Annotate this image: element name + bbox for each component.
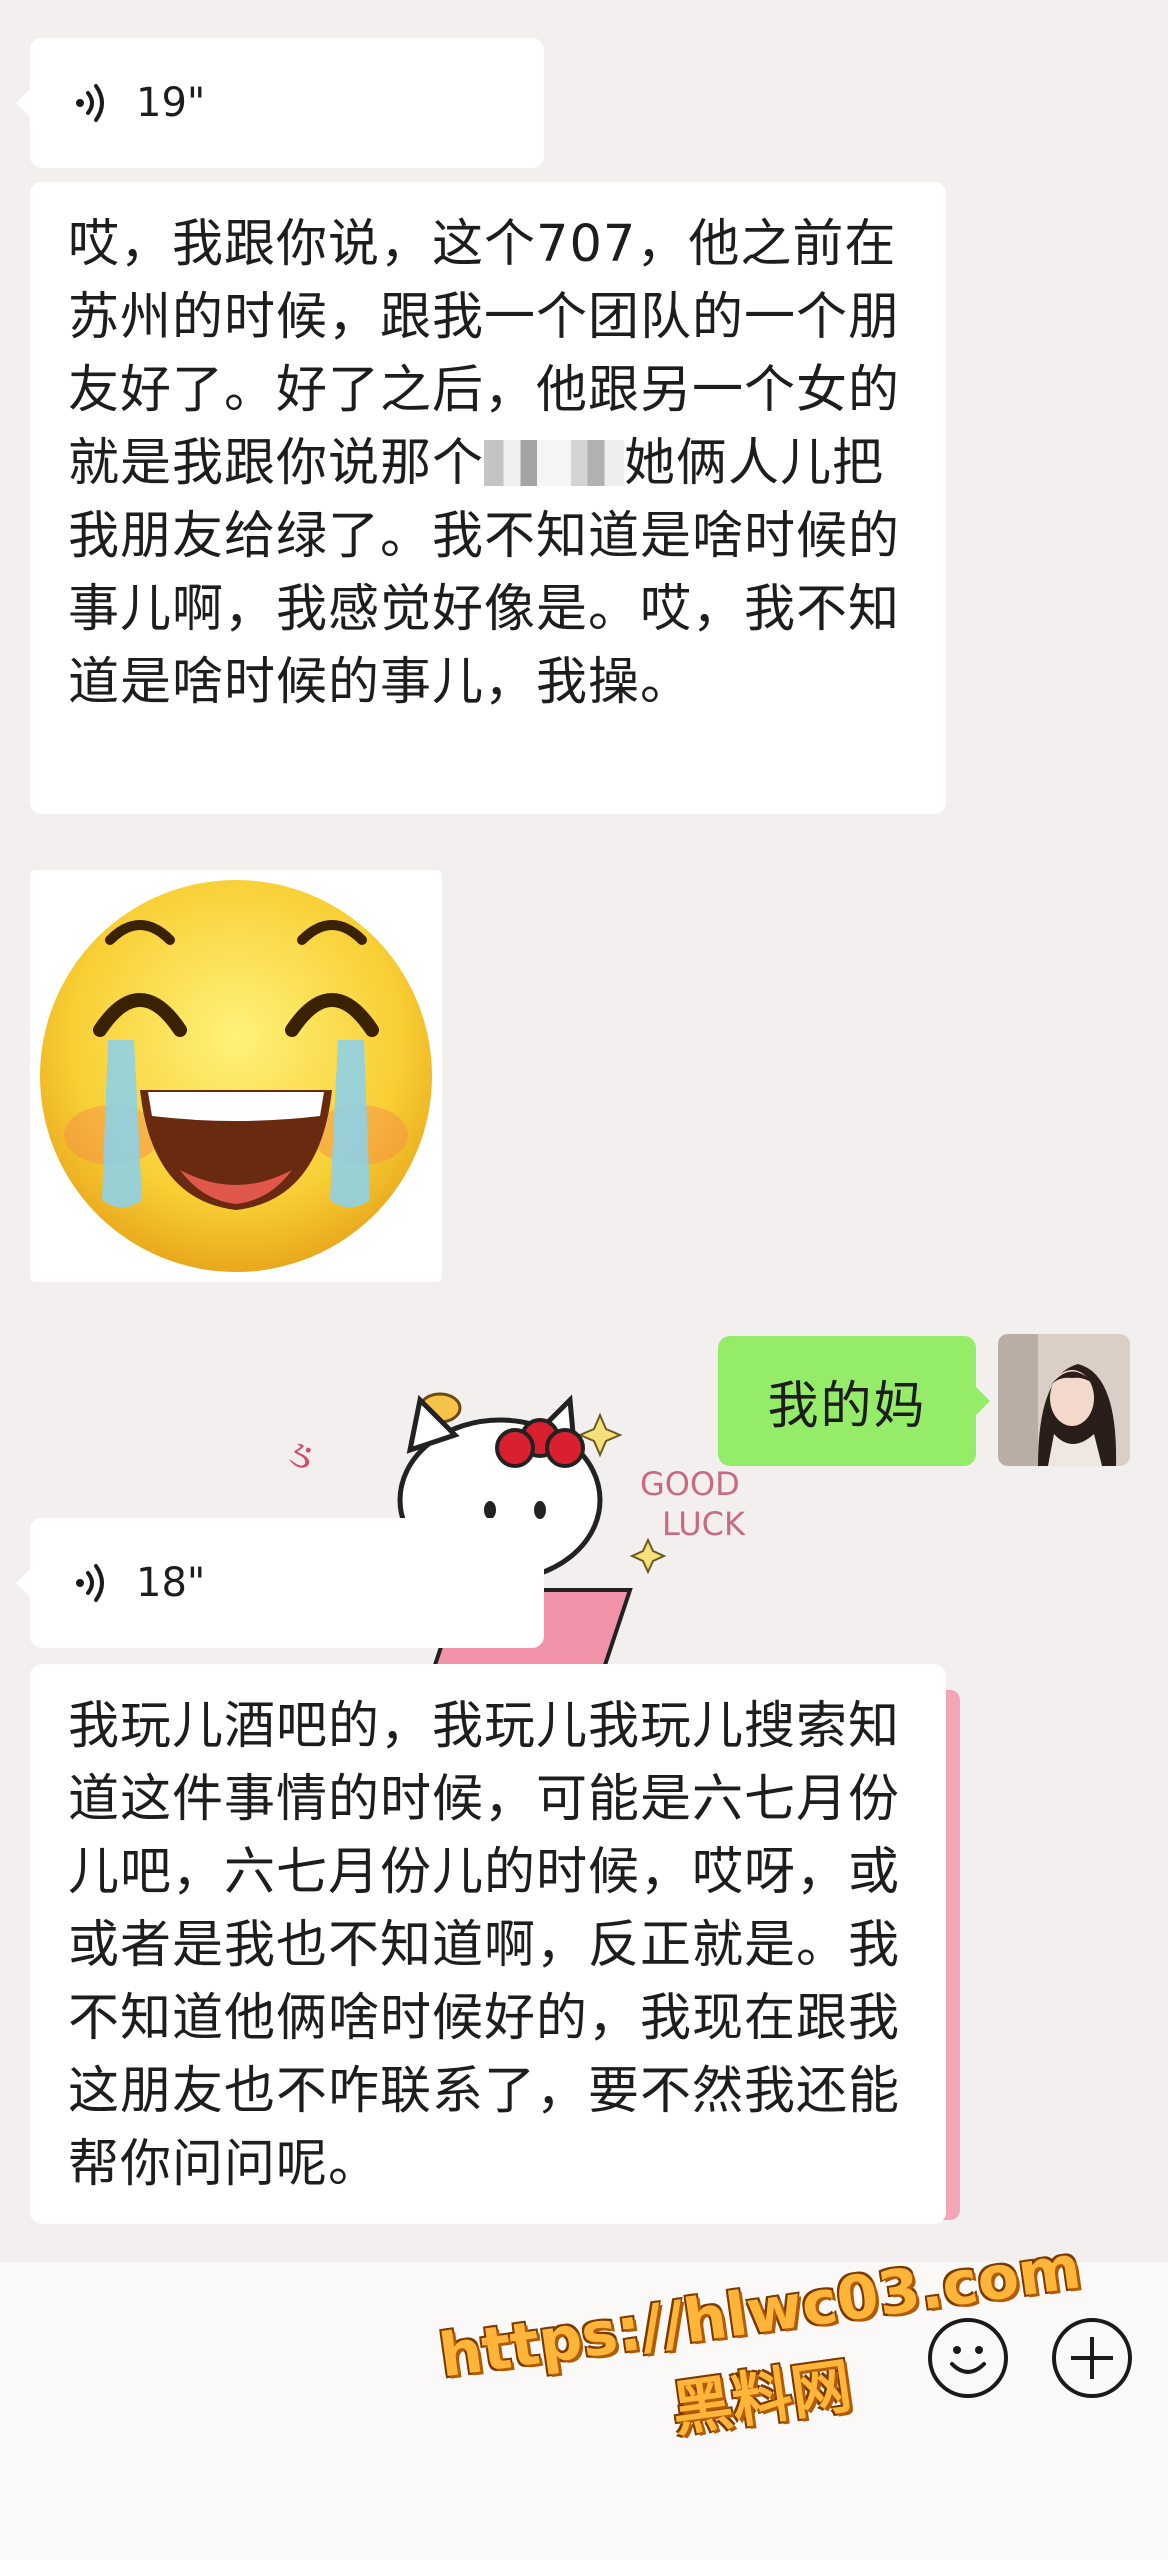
voice-message-bubble[interactable]: 18" (16, 1518, 544, 1648)
text-message-bubble[interactable]: 我玩儿酒吧的，我玩儿我玩儿搜索知道这件事情的时候，可能是六七月份儿吧，六七月份儿… (30, 1664, 946, 2224)
sent-message-bubble[interactable]: 我的妈 (718, 1336, 990, 1466)
svg-text:ઙ: ઙ (284, 1430, 317, 1480)
message-text: 我玩儿酒吧的，我玩儿我玩儿搜索知道这件事情的时候，可能是六七月份儿吧，六七月份儿… (68, 1697, 901, 2194)
bubble-tail (975, 1386, 990, 1416)
laughing-crying-emoji-icon (40, 880, 432, 1272)
voice-wave-icon (76, 1564, 104, 1602)
voice-duration: 19" (136, 80, 206, 126)
good-text: GOOD (640, 1465, 740, 1503)
plus-button[interactable] (1052, 2318, 1132, 2398)
bubble-tail (16, 88, 31, 118)
user-avatar-image (998, 1334, 1130, 1466)
sticker-message[interactable] (30, 870, 442, 1282)
censored-name (484, 440, 625, 486)
avatar[interactable] (998, 1334, 1130, 1466)
smiley-face-icon (950, 2346, 986, 2374)
luck-text: LUCK (662, 1505, 746, 1543)
bubble-tail (16, 1568, 31, 1598)
sent-message-text: 我的妈 (767, 1377, 927, 1436)
voice-duration: 18" (136, 1560, 206, 1606)
voice-message-bubble[interactable]: 19" (16, 38, 544, 168)
text-message-bubble[interactable]: 哎，我跟你说，这个707，他之前在苏州的时候，跟我一个团队的一个朋友好了。好了之… (30, 182, 946, 814)
voice-wave-icon (76, 84, 104, 122)
emoji-button[interactable] (928, 2318, 1008, 2398)
chat-area: 19" 哎，我跟你说，这个707，他之前在苏州的时候，跟我一个团队的一个朋友好了… (0, 0, 1168, 2260)
